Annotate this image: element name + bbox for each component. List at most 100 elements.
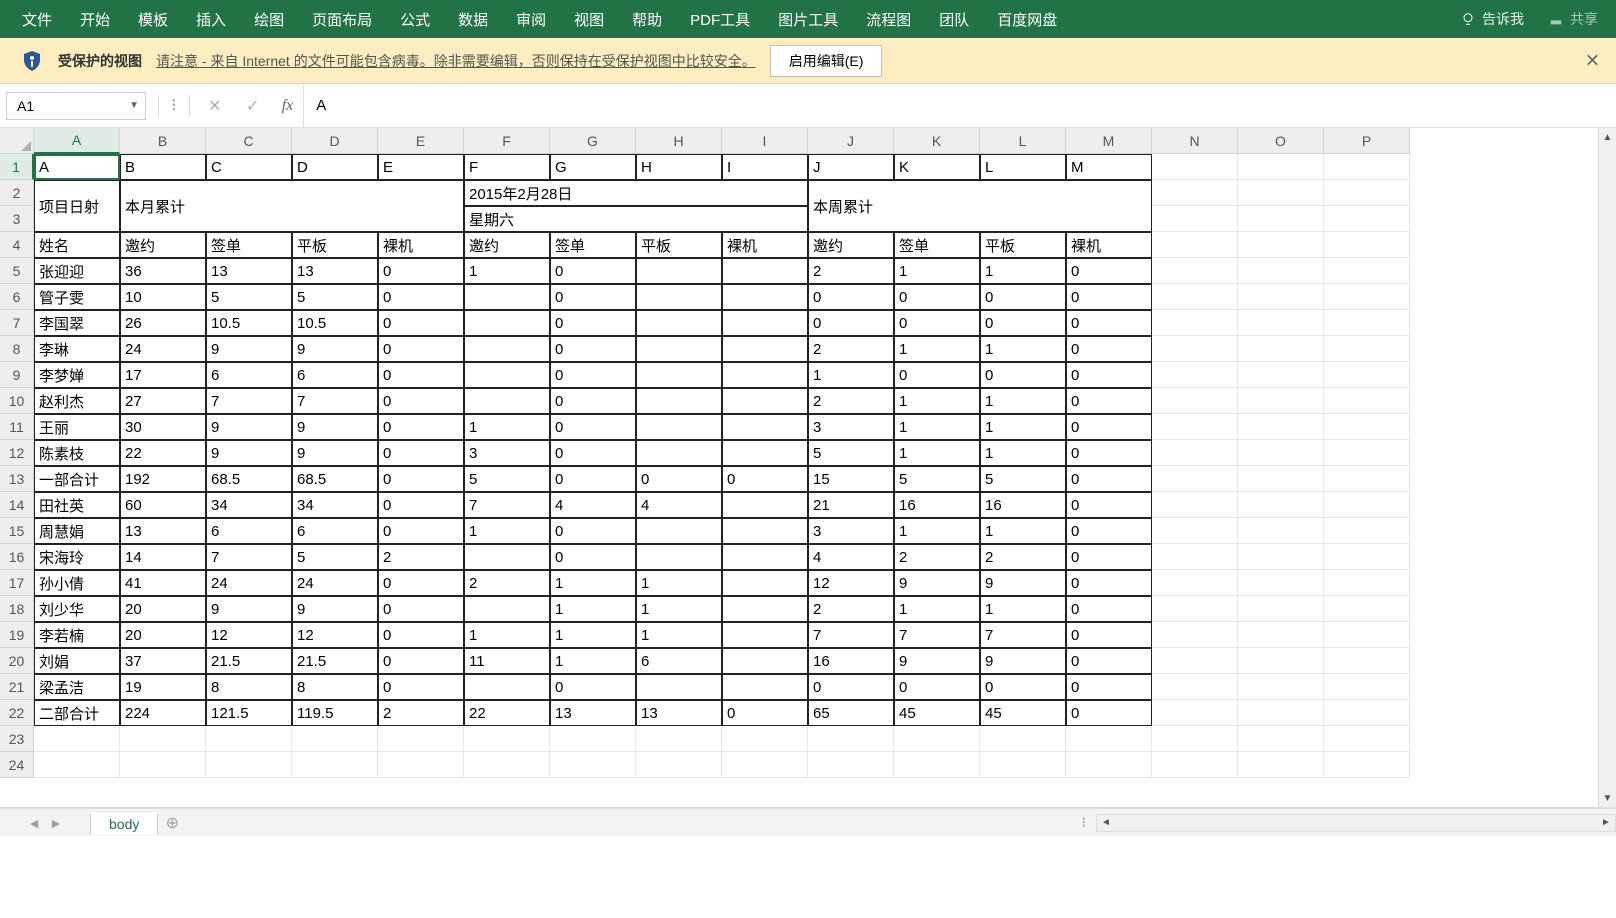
cell-K24[interactable] [894, 752, 980, 778]
scroll-left-icon[interactable]: ◄ [1097, 817, 1115, 828]
col-head-G[interactable]: G [550, 128, 636, 154]
cell-C11[interactable]: 9 [206, 414, 292, 440]
cell-F3[interactable]: 星期六 [464, 206, 808, 232]
cell-A11[interactable]: 王丽 [34, 414, 120, 440]
cell-I14[interactable] [722, 492, 808, 518]
cell-G12[interactable]: 0 [550, 440, 636, 466]
cell-D21[interactable]: 8 [292, 674, 378, 700]
ribbon-tab-4[interactable]: 绘图 [240, 0, 298, 38]
row-head-6[interactable]: 6 [0, 284, 34, 310]
cell-D8[interactable]: 9 [292, 336, 378, 362]
cell-I10[interactable] [722, 388, 808, 414]
cell-H8[interactable] [636, 336, 722, 362]
cell-N4[interactable] [1152, 232, 1238, 258]
cell-D1[interactable]: D [292, 154, 378, 180]
vertical-dots-icon[interactable]: ⁝ [165, 95, 183, 116]
cell-J14[interactable]: 21 [808, 492, 894, 518]
cell-K5[interactable]: 1 [894, 258, 980, 284]
cell-H20[interactable]: 6 [636, 648, 722, 674]
cell-H14[interactable]: 4 [636, 492, 722, 518]
cell-P20[interactable] [1324, 648, 1410, 674]
cell-M15[interactable]: 0 [1066, 518, 1152, 544]
ribbon-tab-10[interactable]: 帮助 [618, 0, 676, 38]
cell-J1[interactable]: J [808, 154, 894, 180]
col-head-F[interactable]: F [464, 128, 550, 154]
cell-L23[interactable] [980, 726, 1066, 752]
cell-O20[interactable] [1238, 648, 1324, 674]
col-head-E[interactable]: E [378, 128, 464, 154]
cell-O8[interactable] [1238, 336, 1324, 362]
cell-B21[interactable]: 19 [120, 674, 206, 700]
cell-K9[interactable]: 0 [894, 362, 980, 388]
cell-L24[interactable] [980, 752, 1066, 778]
cell-L4[interactable]: 平板 [980, 232, 1066, 258]
cell-A24[interactable] [34, 752, 120, 778]
cell-E5[interactable]: 0 [378, 258, 464, 284]
row-head-1[interactable]: 1 [0, 154, 34, 180]
cell-H13[interactable]: 0 [636, 466, 722, 492]
cell-N8[interactable] [1152, 336, 1238, 362]
cell-L19[interactable]: 7 [980, 622, 1066, 648]
cell-H22[interactable]: 13 [636, 700, 722, 726]
cell-E10[interactable]: 0 [378, 388, 464, 414]
cell-A10[interactable]: 赵利杰 [34, 388, 120, 414]
cell-C12[interactable]: 9 [206, 440, 292, 466]
cell-F15[interactable]: 1 [464, 518, 550, 544]
cell-P23[interactable] [1324, 726, 1410, 752]
cell-G8[interactable]: 0 [550, 336, 636, 362]
cell-B18[interactable]: 20 [120, 596, 206, 622]
cell-D16[interactable]: 5 [292, 544, 378, 570]
cell-C21[interactable]: 8 [206, 674, 292, 700]
row-head-10[interactable]: 10 [0, 388, 34, 414]
cell-E7[interactable]: 0 [378, 310, 464, 336]
scroll-down-icon[interactable]: ▼ [1599, 789, 1616, 807]
ribbon-tab-0[interactable]: 文件 [8, 0, 66, 38]
cell-F10[interactable] [464, 388, 550, 414]
cell-O24[interactable] [1238, 752, 1324, 778]
cell-F12[interactable]: 3 [464, 440, 550, 466]
cell-H23[interactable] [636, 726, 722, 752]
cell-J9[interactable]: 1 [808, 362, 894, 388]
cell-P22[interactable] [1324, 700, 1410, 726]
tell-me[interactable]: 告诉我 [1446, 9, 1538, 29]
col-head-H[interactable]: H [636, 128, 722, 154]
cell-J11[interactable]: 3 [808, 414, 894, 440]
row-head-11[interactable]: 11 [0, 414, 34, 440]
cell-F13[interactable]: 5 [464, 466, 550, 492]
cell-F6[interactable] [464, 284, 550, 310]
cell-J2[interactable]: 本周累计 [808, 180, 1152, 232]
cell-D18[interactable]: 9 [292, 596, 378, 622]
row-head-24[interactable]: 24 [0, 752, 34, 778]
row-head-19[interactable]: 19 [0, 622, 34, 648]
cell-A18[interactable]: 刘少华 [34, 596, 120, 622]
cell-N15[interactable] [1152, 518, 1238, 544]
cell-J16[interactable]: 4 [808, 544, 894, 570]
cell-I8[interactable] [722, 336, 808, 362]
cell-F19[interactable]: 1 [464, 622, 550, 648]
cell-D24[interactable] [292, 752, 378, 778]
add-sheet-button[interactable]: ⊕ [158, 812, 186, 834]
cell-E9[interactable]: 0 [378, 362, 464, 388]
cell-H1[interactable]: H [636, 154, 722, 180]
cell-F17[interactable]: 2 [464, 570, 550, 596]
cell-N7[interactable] [1152, 310, 1238, 336]
name-box[interactable]: A1 ▼ [6, 92, 146, 120]
cell-B16[interactable]: 14 [120, 544, 206, 570]
cell-D12[interactable]: 9 [292, 440, 378, 466]
close-icon[interactable]: ✕ [1585, 50, 1600, 71]
cell-P5[interactable] [1324, 258, 1410, 284]
cell-E4[interactable]: 裸机 [378, 232, 464, 258]
cell-K23[interactable] [894, 726, 980, 752]
ribbon-tab-8[interactable]: 审阅 [502, 0, 560, 38]
cell-J15[interactable]: 3 [808, 518, 894, 544]
cell-E20[interactable]: 0 [378, 648, 464, 674]
cell-G21[interactable]: 0 [550, 674, 636, 700]
cell-F4[interactable]: 邀约 [464, 232, 550, 258]
cell-H10[interactable] [636, 388, 722, 414]
cell-L10[interactable]: 1 [980, 388, 1066, 414]
cell-C19[interactable]: 12 [206, 622, 292, 648]
col-head-P[interactable]: P [1324, 128, 1410, 154]
row-head-2[interactable]: 2 [0, 180, 34, 206]
cell-K19[interactable]: 7 [894, 622, 980, 648]
cell-A19[interactable]: 李若楠 [34, 622, 120, 648]
